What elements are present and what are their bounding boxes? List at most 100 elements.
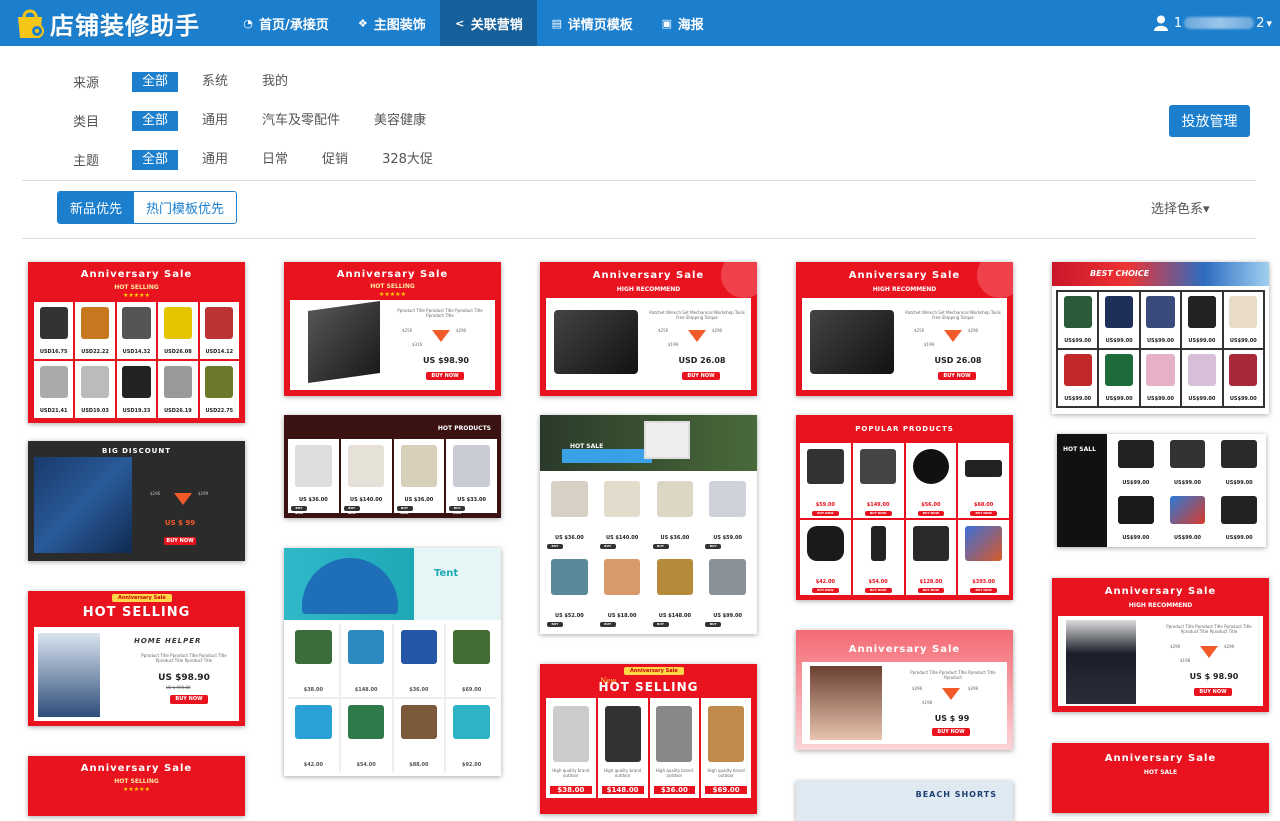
sort-newest-button[interactable]: 新品优先 (58, 192, 135, 223)
product-cell: US$99.00 (1162, 491, 1213, 545)
filter-chip[interactable]: 通用 (192, 150, 238, 170)
product-image (308, 300, 380, 384)
product-cell: US$99.00 (1111, 491, 1161, 545)
product-price: US$99.00 (1188, 396, 1216, 402)
placement-management-button[interactable]: 投放管理 (1169, 105, 1250, 137)
template-title: Anniversary Sale (1104, 753, 1217, 764)
product-image (453, 444, 490, 488)
product-cell: $128.00 BUY NOW (905, 520, 957, 595)
user-menu[interactable]: 1 2 ▾ (1153, 0, 1272, 46)
filter-chip[interactable]: 全部 (132, 110, 179, 131)
template-card[interactable]: POPULAR PRODUCTS $59.00 BUY NOW $149.00 BU… (796, 415, 1013, 600)
product-cell: US $148.00 BUY NOW (649, 553, 701, 631)
template-card[interactable]: Anniversary Sale HOT SELLING HOME HELPER… (28, 591, 245, 726)
template-card[interactable]: BEST CHOICE US$99.00 US$99.00 US$99.00 U… (1052, 262, 1269, 414)
buy-now-button: BUY NOW (917, 588, 945, 593)
divider (22, 180, 1256, 181)
nav-poster-label: 海报 (677, 17, 704, 33)
buy-now-button: BUY NOW (599, 544, 616, 553)
product-price: US $36.00 (404, 497, 434, 503)
nav-poster[interactable]: ▣ 海报 (647, 0, 718, 46)
filter-chip[interactable]: 我的 (252, 72, 298, 92)
filter-chip[interactable]: 美容健康 (364, 111, 436, 131)
template-card[interactable]: BEACH SHORTS (796, 781, 1013, 821)
old-price: $299 (198, 491, 209, 496)
filter-row-theme: 主题 全部 通用 日常 促销 328大促 (73, 140, 457, 179)
product-image (39, 365, 68, 399)
template-card[interactable]: Anniversary Sale HIGH RECOMMEND Ratchet … (540, 262, 757, 396)
filter-chip[interactable]: 汽车及零配件 (252, 111, 350, 131)
product-cell: $148.00 (340, 624, 392, 697)
old-price: $290 (456, 328, 467, 333)
template-body: Pproduct Title Pproduct Title Pproduct T… (1058, 616, 1263, 706)
old-price: $199 (668, 342, 679, 347)
product-image (656, 481, 694, 517)
product-image (912, 526, 950, 562)
template-card[interactable]: Anniversary Sale HIGH RECOMMEND Pproduct… (1052, 578, 1269, 712)
product-image (1169, 495, 1206, 524)
product-price: USD22.75 (205, 408, 234, 414)
nav-home[interactable]: ◔ 首页/承接页 (228, 0, 343, 46)
sort-popular-button[interactable]: 热门模板优先 (134, 192, 237, 223)
template-card[interactable]: Anniversary Sale HOT SELLING ★★★★★ USD16… (28, 262, 245, 423)
product-price: US $36.00 (299, 497, 328, 503)
product-cell: USD26.19 (158, 361, 198, 418)
filter-chip[interactable]: 促销 (312, 150, 358, 170)
filter-chip[interactable]: 全部 (132, 149, 179, 170)
nav-related-marketing[interactable]: < 关联营销 (439, 0, 537, 46)
sale-price: USD 26.08 (934, 356, 982, 365)
product-description: Pproduct Title Pproduct Title Pproduct T… (1166, 624, 1252, 634)
product-cell: $68.00 BUY NOW (958, 443, 1009, 518)
old-price: $290 (968, 328, 979, 333)
buy-now-button: BUY NOW (812, 588, 839, 593)
product-price: US$99.00 (1188, 338, 1216, 344)
product-cell: $36.00 (393, 624, 445, 697)
app-logo[interactable]: 店铺装修助手 (12, 4, 200, 42)
filter-chip[interactable]: 日常 (252, 150, 298, 170)
product-image (1229, 296, 1258, 329)
product-cell: $54.00 BUY NOW (852, 520, 904, 595)
template-card[interactable]: Anniversary Sale HOT SELLING ★★★★★ Pprod… (284, 262, 501, 396)
template-title: HOT SELLING (82, 605, 191, 620)
template-subtitle: HOT SALE (1143, 769, 1178, 776)
old-price: $199 (924, 342, 935, 347)
template-card[interactable]: Anniversary Sale Pproduct Title Pproduct… (796, 630, 1013, 750)
template-card[interactable]: HOT SALL US$99.00 US$99.00 US$99.00 US$9… (1057, 434, 1266, 547)
product-image (656, 706, 693, 762)
template-card[interactable]: HOT SALE US $36.00 BUY NOW US $140.00 BUY … (540, 415, 757, 634)
buy-now-button: BUY NOW (938, 372, 976, 380)
nav-detail-template[interactable]: ▤ 详情页模板 (537, 0, 647, 46)
product-price: $148.00 (601, 786, 644, 794)
product-image (1146, 296, 1175, 329)
color-scheme-select[interactable]: 选择色系▾ (1151, 198, 1210, 217)
filter-chip[interactable]: 通用 (192, 111, 238, 131)
filter-chip[interactable]: 系统 (192, 72, 238, 92)
product-price: $148.00 (354, 687, 378, 693)
sale-price: US $ 98.90 (1189, 672, 1239, 681)
template-card[interactable]: Anniversary Sale HOT SELLING ★★★★★ (28, 756, 245, 816)
template-card[interactable]: BIG DISCOUNT $296 $299 US $ 99 BUY NOW (28, 441, 245, 561)
template-card[interactable]: Anniversary Sale HIGH RECOMMEND Ratchet … (796, 262, 1013, 396)
filter-chip[interactable]: 328大促 (372, 150, 443, 170)
user-name-end: 2 (1256, 15, 1265, 31)
template-title: HOT SALE (570, 443, 604, 450)
product-price: $42.00 (815, 579, 836, 585)
buy-now-button: BUY NOW (705, 622, 722, 631)
nav-main-image-label: 主图装饰 (373, 17, 426, 33)
product-price: US $52.00 (555, 613, 584, 619)
filter-chip[interactable]: 全部 (132, 71, 179, 92)
old-price: $299 (968, 686, 979, 691)
template-badge: Anniversary Sale (112, 594, 172, 602)
product-image (453, 704, 490, 740)
template-title: POPULAR PRODUCTS (855, 425, 954, 433)
product-image (965, 526, 1002, 562)
template-card[interactable]: Anniversary Sale New HOT SELLING High qu… (540, 664, 757, 814)
product-image (644, 421, 690, 459)
buy-now-button: BUY NOW (652, 622, 669, 631)
template-card[interactable]: Tent $38.00 $148.00 $36.00 $69.00 $42.00… (284, 548, 501, 776)
product-price: US$99.00 (1229, 396, 1257, 402)
template-card[interactable]: HOT PRODUCTS US $36.00 BUY NOW US $140.00… (284, 415, 501, 518)
product-image (870, 526, 886, 562)
nav-main-image[interactable]: ❖ 主图装饰 (343, 0, 440, 46)
template-card[interactable]: Anniversary Sale HOT SALE (1052, 743, 1269, 813)
